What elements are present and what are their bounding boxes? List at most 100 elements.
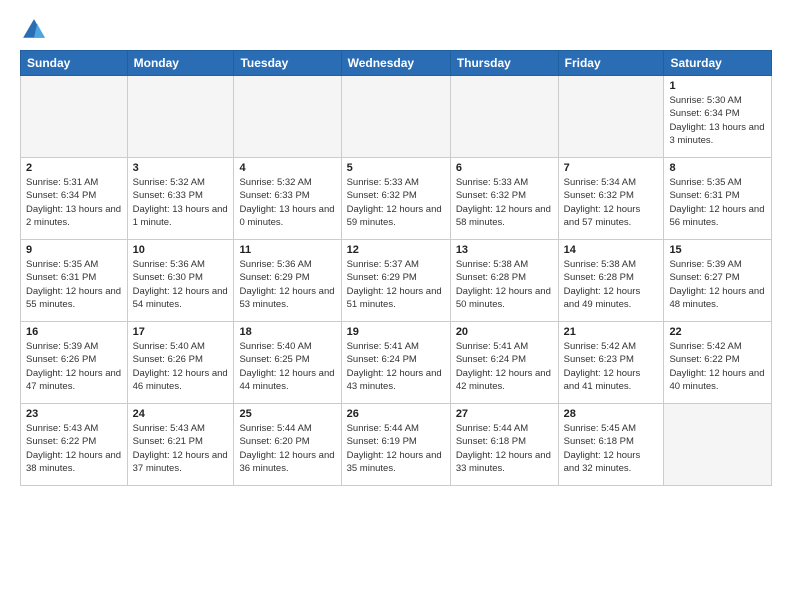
week-row-1: 1 Sunrise: 5:30 AM Sunset: 6:34 PM Daylig… — [21, 76, 772, 158]
day-info: Sunrise: 5:31 AM Sunset: 6:34 PM Dayligh… — [26, 176, 122, 229]
calendar-cell: 10 Sunrise: 5:36 AM Sunset: 6:30 PM Dayli… — [127, 240, 234, 322]
day-number: 3 — [133, 162, 229, 174]
day-info: Sunrise: 5:35 AM Sunset: 6:31 PM Dayligh… — [26, 258, 122, 311]
calendar-cell — [664, 404, 772, 486]
day-number: 27 — [456, 408, 553, 420]
calendar-cell: 22 Sunrise: 5:42 AM Sunset: 6:22 PM Dayli… — [664, 322, 772, 404]
calendar-cell: 15 Sunrise: 5:39 AM Sunset: 6:27 PM Dayli… — [664, 240, 772, 322]
calendar-header: SundayMondayTuesdayWednesdayThursdayFrid… — [21, 51, 772, 76]
day-info: Sunrise: 5:38 AM Sunset: 6:28 PM Dayligh… — [456, 258, 553, 311]
day-info: Sunrise: 5:41 AM Sunset: 6:24 PM Dayligh… — [456, 340, 553, 393]
weekday-header-sunday: Sunday — [21, 51, 128, 76]
calendar-cell — [21, 76, 128, 158]
calendar-cell: 2 Sunrise: 5:31 AM Sunset: 6:34 PM Daylig… — [21, 158, 128, 240]
day-number: 11 — [239, 244, 335, 256]
day-number: 21 — [564, 326, 659, 338]
day-info: Sunrise: 5:32 AM Sunset: 6:33 PM Dayligh… — [239, 176, 335, 229]
calendar-cell: 23 Sunrise: 5:43 AM Sunset: 6:22 PM Dayli… — [21, 404, 128, 486]
day-number: 9 — [26, 244, 122, 256]
day-number: 14 — [564, 244, 659, 256]
weekday-header-saturday: Saturday — [664, 51, 772, 76]
week-row-4: 16Sunrise: 5:39 AM Sunset: 6:26 PM Dayli… — [21, 322, 772, 404]
day-number: 19 — [347, 326, 445, 338]
calendar-cell: 12 Sunrise: 5:37 AM Sunset: 6:29 PM Dayli… — [341, 240, 450, 322]
calendar-cell — [450, 76, 558, 158]
weekday-row: SundayMondayTuesdayWednesdayThursdayFrid… — [21, 51, 772, 76]
day-info: Sunrise: 5:44 AM Sunset: 6:19 PM Dayligh… — [347, 422, 445, 475]
calendar-cell: 8 Sunrise: 5:35 AM Sunset: 6:31 PM Daylig… — [664, 158, 772, 240]
calendar-cell: 27Sunrise: 5:44 AM Sunset: 6:18 PM Dayli… — [450, 404, 558, 486]
day-info: Sunrise: 5:35 AM Sunset: 6:31 PM Dayligh… — [669, 176, 766, 229]
day-info: Sunrise: 5:36 AM Sunset: 6:30 PM Dayligh… — [133, 258, 229, 311]
day-number: 24 — [133, 408, 229, 420]
day-info: Sunrise: 5:33 AM Sunset: 6:32 PM Dayligh… — [456, 176, 553, 229]
day-number: 26 — [347, 408, 445, 420]
calendar-cell: 9 Sunrise: 5:35 AM Sunset: 6:31 PM Daylig… — [21, 240, 128, 322]
day-number: 10 — [133, 244, 229, 256]
calendar-cell: 18Sunrise: 5:40 AM Sunset: 6:25 PM Dayli… — [234, 322, 341, 404]
day-number: 1 — [669, 80, 766, 92]
day-info: Sunrise: 5:32 AM Sunset: 6:33 PM Dayligh… — [133, 176, 229, 229]
day-number: 15 — [669, 244, 766, 256]
calendar-cell: 13 Sunrise: 5:38 AM Sunset: 6:28 PM Dayli… — [450, 240, 558, 322]
day-info: Sunrise: 5:36 AM Sunset: 6:29 PM Dayligh… — [239, 258, 335, 311]
day-info: Sunrise: 5:42 AM Sunset: 6:22 PM Dayligh… — [669, 340, 766, 393]
day-number: 23 — [26, 408, 122, 420]
day-number: 5 — [347, 162, 445, 174]
day-number: 22 — [669, 326, 766, 338]
calendar-cell: 17Sunrise: 5:40 AM Sunset: 6:26 PM Dayli… — [127, 322, 234, 404]
calendar-cell: 14 Sunrise: 5:38 AM Sunset: 6:28 PM Dayli… — [558, 240, 664, 322]
calendar-cell: 24 Sunrise: 5:43 AM Sunset: 6:21 PM Dayli… — [127, 404, 234, 486]
day-info: Sunrise: 5:44 AM Sunset: 6:20 PM Dayligh… — [239, 422, 335, 475]
calendar-cell — [341, 76, 450, 158]
calendar-body: 1 Sunrise: 5:30 AM Sunset: 6:34 PM Daylig… — [21, 76, 772, 486]
calendar-cell: 21Sunrise: 5:42 AM Sunset: 6:23 PM Dayli… — [558, 322, 664, 404]
calendar-cell: 5 Sunrise: 5:33 AM Sunset: 6:32 PM Daylig… — [341, 158, 450, 240]
weekday-header-monday: Monday — [127, 51, 234, 76]
day-info: Sunrise: 5:38 AM Sunset: 6:28 PM Dayligh… — [564, 258, 659, 311]
day-info: Sunrise: 5:39 AM Sunset: 6:27 PM Dayligh… — [669, 258, 766, 311]
calendar-cell: 20 Sunrise: 5:41 AM Sunset: 6:24 PM Dayli… — [450, 322, 558, 404]
day-number: 8 — [669, 162, 766, 174]
week-row-5: 23 Sunrise: 5:43 AM Sunset: 6:22 PM Dayli… — [21, 404, 772, 486]
calendar-cell — [558, 76, 664, 158]
calendar: SundayMondayTuesdayWednesdayThursdayFrid… — [20, 50, 772, 486]
day-info: Sunrise: 5:37 AM Sunset: 6:29 PM Dayligh… — [347, 258, 445, 311]
day-info: Sunrise: 5:41 AM Sunset: 6:24 PM Dayligh… — [347, 340, 445, 393]
day-number: 28 — [564, 408, 659, 420]
day-number: 18 — [239, 326, 335, 338]
day-number: 13 — [456, 244, 553, 256]
calendar-cell: 1 Sunrise: 5:30 AM Sunset: 6:34 PM Daylig… — [664, 76, 772, 158]
calendar-cell — [127, 76, 234, 158]
day-info: Sunrise: 5:43 AM Sunset: 6:21 PM Dayligh… — [133, 422, 229, 475]
day-number: 7 — [564, 162, 659, 174]
day-number: 25 — [239, 408, 335, 420]
day-number: 2 — [26, 162, 122, 174]
day-info: Sunrise: 5:30 AM Sunset: 6:34 PM Dayligh… — [669, 94, 766, 147]
day-info: Sunrise: 5:43 AM Sunset: 6:22 PM Dayligh… — [26, 422, 122, 475]
calendar-cell: 11 Sunrise: 5:36 AM Sunset: 6:29 PM Dayli… — [234, 240, 341, 322]
logo-icon — [20, 16, 48, 44]
weekday-header-wednesday: Wednesday — [341, 51, 450, 76]
calendar-cell: 19 Sunrise: 5:41 AM Sunset: 6:24 PM Dayli… — [341, 322, 450, 404]
day-info: Sunrise: 5:34 AM Sunset: 6:32 PM Dayligh… — [564, 176, 659, 229]
day-number: 4 — [239, 162, 335, 174]
day-number: 12 — [347, 244, 445, 256]
calendar-cell: 26 Sunrise: 5:44 AM Sunset: 6:19 PM Dayli… — [341, 404, 450, 486]
calendar-cell: 3 Sunrise: 5:32 AM Sunset: 6:33 PM Daylig… — [127, 158, 234, 240]
day-number: 20 — [456, 326, 553, 338]
day-info: Sunrise: 5:40 AM Sunset: 6:26 PM Dayligh… — [133, 340, 229, 393]
day-number: 16 — [26, 326, 122, 338]
calendar-cell: 25 Sunrise: 5:44 AM Sunset: 6:20 PM Dayli… — [234, 404, 341, 486]
weekday-header-thursday: Thursday — [450, 51, 558, 76]
calendar-cell: 7 Sunrise: 5:34 AM Sunset: 6:32 PM Daylig… — [558, 158, 664, 240]
calendar-cell: 16Sunrise: 5:39 AM Sunset: 6:26 PM Dayli… — [21, 322, 128, 404]
calendar-cell: 28Sunrise: 5:45 AM Sunset: 6:18 PM Dayli… — [558, 404, 664, 486]
day-number: 6 — [456, 162, 553, 174]
day-info: Sunrise: 5:33 AM Sunset: 6:32 PM Dayligh… — [347, 176, 445, 229]
page: SundayMondayTuesdayWednesdayThursdayFrid… — [0, 0, 792, 502]
calendar-cell: 4 Sunrise: 5:32 AM Sunset: 6:33 PM Daylig… — [234, 158, 341, 240]
calendar-cell — [234, 76, 341, 158]
weekday-header-tuesday: Tuesday — [234, 51, 341, 76]
weekday-header-friday: Friday — [558, 51, 664, 76]
